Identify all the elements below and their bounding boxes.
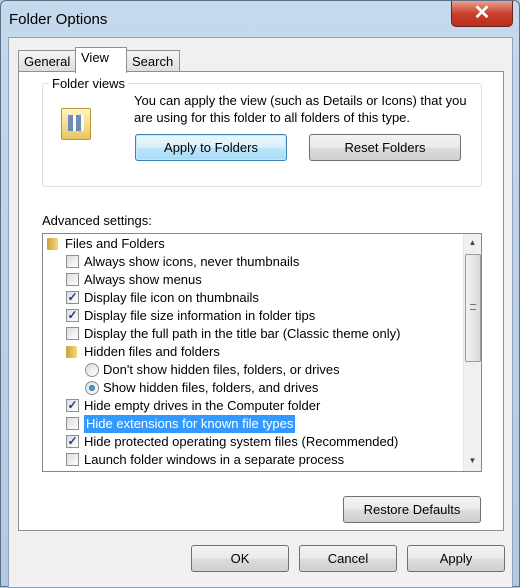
ok-button[interactable]: OK <box>191 545 289 572</box>
list-item-label: Display file icon on thumbnails <box>84 290 259 305</box>
window-title: Folder Options <box>9 11 108 28</box>
list-item-label: Always show icons, never thumbnails <box>84 254 300 269</box>
list-item-label: Files and Folders <box>65 236 165 251</box>
scrollbar[interactable]: ▲ ▼ <box>463 234 481 471</box>
folder-icon <box>47 238 58 250</box>
restore-defaults-button[interactable]: Restore Defaults <box>343 496 481 523</box>
list-item-label: Display file size information in folder … <box>84 308 316 323</box>
dialog-client: General View Search Folder views You can… <box>8 37 513 588</box>
checkbox-icon[interactable] <box>66 327 79 340</box>
folder-icon <box>66 346 77 358</box>
checkbox-icon[interactable] <box>66 417 79 430</box>
apply-button[interactable]: Apply <box>407 545 505 572</box>
checkbox-checked-icon[interactable]: ✓ <box>66 435 79 448</box>
list-item-label: Hidden files and folders <box>84 344 220 359</box>
cancel-button[interactable]: Cancel <box>299 545 397 572</box>
advanced-settings-list[interactable]: ▲ ▼ Files and Folders Always show icons, … <box>42 233 482 472</box>
scroll-thumb[interactable] <box>465 254 481 362</box>
checkbox-icon[interactable] <box>66 255 79 268</box>
tab-view[interactable]: View <box>75 47 127 73</box>
checkbox-checked-icon[interactable]: ✓ <box>66 291 79 304</box>
radio-button[interactable] <box>85 381 99 395</box>
checkbox-checked-icon[interactable]: ✓ <box>66 309 79 322</box>
list-item-label: Display the full path in the title bar (… <box>84 326 401 341</box>
view-panel: Folder views You can apply the view (suc… <box>18 71 504 531</box>
list-item-label: Launch folder windows in a separate proc… <box>84 452 345 467</box>
list-item-label: Don't show hidden files, folders, or dri… <box>103 362 340 377</box>
tab-general[interactable]: General <box>18 50 76 72</box>
checkbox-icon[interactable] <box>66 453 79 466</box>
close-icon: ✕ <box>473 2 491 24</box>
list-item-label: Hide protected operating system files (R… <box>84 434 399 449</box>
list-item-label: Hide extensions for known file types <box>84 415 296 433</box>
checkbox-checked-icon[interactable]: ✓ <box>66 399 79 412</box>
close-button[interactable]: ✕ <box>451 1 513 27</box>
list-item-label: Hide empty drives in the Computer folder <box>84 398 321 413</box>
checkbox-icon[interactable] <box>66 273 79 286</box>
dialog-window: Folder Options ✕ General View Search Fol… <box>0 0 520 588</box>
tab-search[interactable]: Search <box>126 50 180 72</box>
apply-to-folders-button[interactable]: Apply to Folders <box>135 134 287 161</box>
reset-folders-button[interactable]: Reset Folders <box>309 134 461 161</box>
radio-button[interactable] <box>85 363 99 377</box>
list-item-label: Show hidden files, folders, and drives <box>103 380 319 395</box>
folder-views-icon <box>61 108 91 140</box>
folder-views-description: You can apply the view (such as Details … <box>134 93 467 125</box>
folder-views-group: Folder views You can apply the view (suc… <box>42 76 482 187</box>
folder-views-label: Folder views <box>49 76 128 91</box>
scroll-up-icon[interactable]: ▲ <box>464 238 481 247</box>
advanced-settings-label: Advanced settings: <box>42 213 152 228</box>
list-item-label: Always show menus <box>84 272 202 287</box>
scroll-down-icon[interactable]: ▼ <box>464 456 481 465</box>
